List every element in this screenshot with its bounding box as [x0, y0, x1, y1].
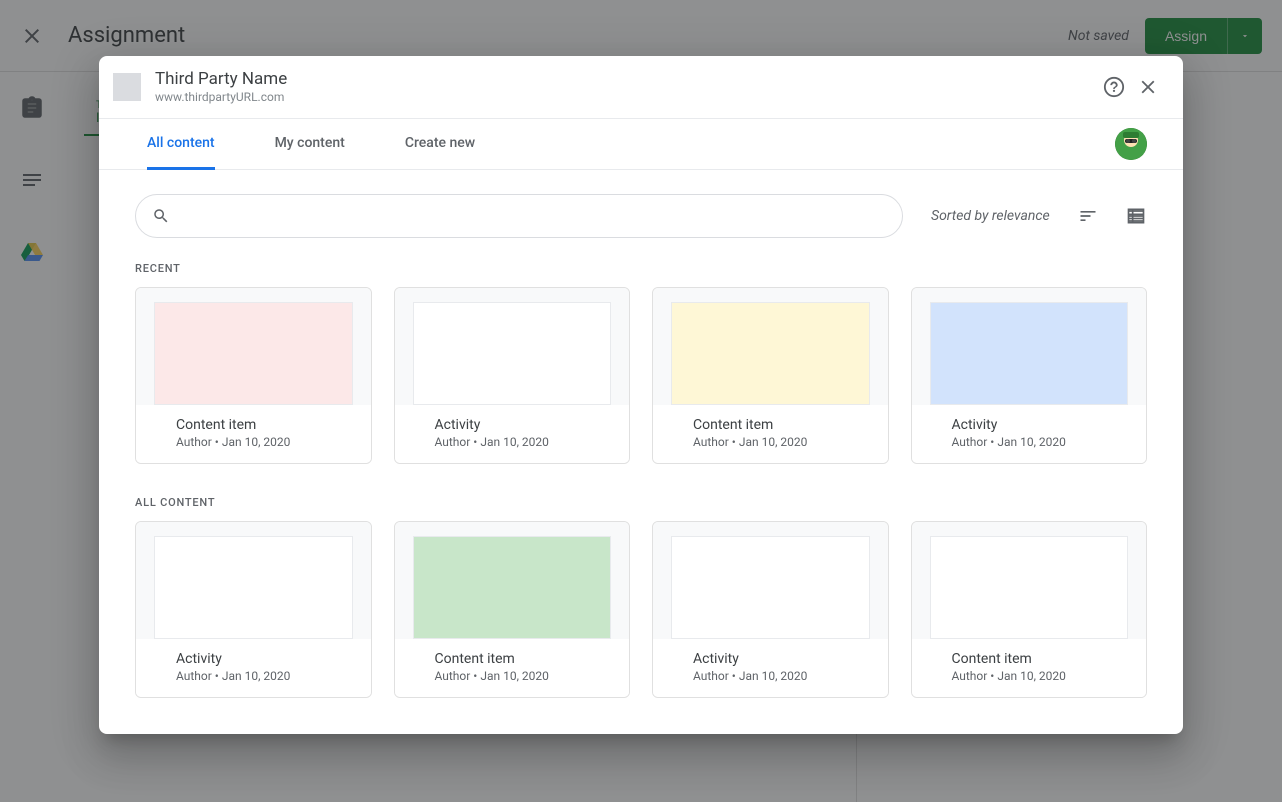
tab-create-new[interactable]: Create new	[405, 119, 475, 170]
sort-icon[interactable]	[1078, 206, 1098, 226]
close-icon[interactable]	[1137, 76, 1159, 98]
modal-title-wrap: Third Party Name www.thirdpartyURL.com	[155, 68, 1091, 106]
card-info: Activity Author • Jan 10, 2020	[395, 405, 630, 463]
card-title: Activity	[435, 417, 590, 433]
card-thumbnail	[154, 302, 353, 405]
card-title: Activity	[176, 651, 331, 667]
card-info: Activity Author • Jan 10, 2020	[653, 639, 888, 697]
card-preview	[136, 288, 371, 405]
all-section-header: ALL CONTENT	[135, 496, 1147, 509]
card-preview	[653, 288, 888, 405]
search-input[interactable]	[182, 208, 886, 224]
card-title: Content item	[952, 651, 1107, 667]
card-thumbnail	[930, 302, 1129, 405]
card-title: Content item	[435, 651, 590, 667]
card-meta: Author • Jan 10, 2020	[693, 435, 848, 449]
card-thumbnail	[930, 536, 1129, 639]
card-thumbnail	[671, 536, 870, 639]
card-meta: Author • Jan 10, 2020	[952, 669, 1107, 683]
content-card[interactable]: Activity Author • Jan 10, 2020	[394, 287, 631, 464]
all-cards: ActivityAuthor • Jan 10, 2020Content ite…	[135, 521, 1147, 698]
card-thumbnail	[413, 302, 612, 405]
content-card[interactable]: Activity Author • Jan 10, 2020	[135, 521, 372, 698]
card-info: Activity Author • Jan 10, 2020	[136, 639, 371, 697]
card-meta: Author • Jan 10, 2020	[952, 435, 1107, 449]
content-card[interactable]: Content item Author • Jan 10, 2020	[135, 287, 372, 464]
modal-body: Sorted by relevance RECENT Content item A…	[99, 170, 1183, 734]
card-thumbnail	[413, 536, 612, 639]
card-info: Content item Author • Jan 10, 2020	[912, 639, 1147, 697]
content-card[interactable]: Content item Author • Jan 10, 2020	[652, 287, 889, 464]
card-title: Content item	[693, 417, 848, 433]
tab-all-content[interactable]: All content	[147, 119, 215, 170]
card-meta: Author • Jan 10, 2020	[176, 435, 331, 449]
card-info: Activity Author • Jan 10, 2020	[912, 405, 1147, 463]
card-info: Content item Author • Jan 10, 2020	[395, 639, 630, 697]
modal-url: www.thirdpartyURL.com	[155, 90, 1091, 106]
content-card[interactable]: Content item Author • Jan 10, 2020	[911, 521, 1148, 698]
sort-label: Sorted by relevance	[931, 208, 1050, 224]
content-card[interactable]: Content item Author • Jan 10, 2020	[394, 521, 631, 698]
card-meta: Author • Jan 10, 2020	[435, 669, 590, 683]
recent-cards: Content itemAuthor • Jan 10, 2020Activit…	[135, 287, 1147, 464]
card-meta: Author • Jan 10, 2020	[176, 669, 331, 683]
card-info: Content item Author • Jan 10, 2020	[653, 405, 888, 463]
content-card[interactable]: Activity Author • Jan 10, 2020	[911, 287, 1148, 464]
card-preview	[395, 522, 630, 639]
card-preview	[912, 288, 1147, 405]
modal-header: Third Party Name www.thirdpartyURL.com	[99, 56, 1183, 119]
card-preview	[395, 288, 630, 405]
card-thumbnail	[154, 536, 353, 639]
card-info: Content item Author • Jan 10, 2020	[136, 405, 371, 463]
search-wrap	[135, 194, 903, 238]
card-preview	[136, 522, 371, 639]
card-thumbnail	[671, 302, 870, 405]
list-view-icon[interactable]	[1126, 206, 1146, 226]
search-icon	[152, 207, 170, 225]
card-title: Activity	[952, 417, 1107, 433]
avatar[interactable]	[1115, 128, 1147, 160]
content-picker-modal: Third Party Name www.thirdpartyURL.com A…	[99, 56, 1183, 734]
recent-section-header: RECENT	[135, 262, 1147, 275]
third-party-logo	[113, 73, 141, 101]
card-meta: Author • Jan 10, 2020	[693, 669, 848, 683]
help-icon[interactable]	[1103, 76, 1125, 98]
modal-overlay: Third Party Name www.thirdpartyURL.com A…	[0, 0, 1282, 802]
card-title: Content item	[176, 417, 331, 433]
modal-tabs: All content My content Create new	[99, 119, 1183, 170]
card-preview	[653, 522, 888, 639]
tab-my-content[interactable]: My content	[275, 119, 345, 170]
search-row: Sorted by relevance	[135, 194, 1147, 238]
content-card[interactable]: Activity Author • Jan 10, 2020	[652, 521, 889, 698]
card-title: Activity	[693, 651, 848, 667]
card-preview	[912, 522, 1147, 639]
modal-title: Third Party Name	[155, 68, 1091, 90]
card-meta: Author • Jan 10, 2020	[435, 435, 590, 449]
